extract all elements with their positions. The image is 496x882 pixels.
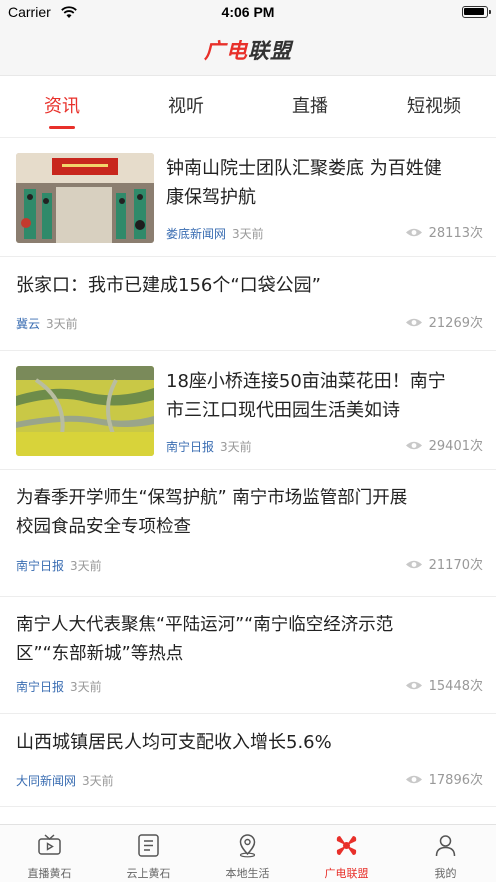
news-meta: 冀云 3天前 [16,316,78,332]
news-title: 山西城镇居民人均可支配收入增长5.6% [16,732,332,753]
person-icon [435,835,456,857]
tab-live[interactable]: 直播 [248,92,372,118]
view-count: 28113次 [405,226,483,242]
view-count: 29401次 [405,439,483,455]
status-bar: Carrier 4:06 PM [0,0,496,26]
news-title: 钟南山院士团队汇聚娄底 为百姓健 康保驾护航 [166,158,442,208]
eye-icon [405,560,422,569]
bottom-tab-bar: 直播黄石 云上黄石 本地生活 广电联盟 我的 [0,824,496,882]
eye-icon [405,228,422,237]
tabbar-label: 云上黄石 [126,867,171,880]
news-time: 3天前 [70,559,102,573]
news-item[interactable]: 南宁人大代表聚焦“平陆运河”“南宁临空经济示范 区”“东部新城”等热点 南宁日报 3… [0,597,496,714]
clock: 4:06 PM [221,4,275,20]
news-source: 冀云 [16,317,41,331]
news-item[interactable]: 张家口：我市已建成156个“口袋公园” 冀云 3天前 21269次 [0,257,496,351]
tabbar-item-alliance[interactable]: 广电联盟 [297,825,396,882]
news-title: 18座小桥连接50亩油菜花田！南宁 市三江口现代田园生活美如诗 [166,371,446,421]
eye-icon [405,318,422,327]
news-meta: 南宁日报 3天前 [16,558,102,574]
news-item[interactable]: 为春季开学师生“保驾护航” 南宁市场监管部门开展 校园食品安全专项检查 南宁日报 3… [0,470,496,597]
view-count: 15448次 [405,679,483,695]
news-item[interactable]: 钟南山院士团队汇聚娄底 为百姓健 康保驾护航 娄底新闻网 3天前 28113次 [0,138,496,257]
category-tabs: 资讯 视听 直播 短视频 [0,76,496,138]
tabbar-item-cloud-huangshi[interactable]: 云上黄石 [99,825,198,882]
news-item[interactable]: 18座小桥连接50亩油菜花田！南宁 市三江口现代田园生活美如诗 南宁日报 3天前 2… [0,351,496,470]
news-item[interactable]: 山西城镇居民人均可支配收入增长5.6% 大同新闻网 3天前 17896次 [0,714,496,807]
location-pin-icon [239,834,256,858]
tabbar-item-live-huangshi[interactable]: 直播黄石 [0,825,99,882]
tabbar-item-local-life[interactable]: 本地生活 [198,825,297,882]
conference-hall-photo [16,153,154,243]
news-source: 南宁日报 [16,680,65,694]
news-source: 南宁日报 [16,559,65,573]
news-meta: 娄底新闻网 3天前 [166,226,264,242]
battery-icon [462,6,491,18]
rapeseed-field-photo [16,366,154,456]
news-meta: 南宁日报 3天前 [166,439,252,455]
tabbar-label: 本地生活 [225,867,270,880]
view-count: 17896次 [405,773,483,789]
tab-audiovisual[interactable]: 视听 [124,92,248,118]
news-title: 张家口：我市已建成156个“口袋公园” [16,275,322,296]
tabbar-label: 直播黄石 [27,867,72,880]
tabbar-label: 我的 [434,867,457,880]
tv-icon [38,834,61,855]
news-meta: 南宁日报 3天前 [16,679,102,695]
active-tab-indicator [49,126,75,129]
eye-icon [405,775,422,784]
news-source: 大同新闻网 [16,774,77,788]
news-time: 3天前 [46,317,78,331]
tab-news[interactable]: 资讯 [0,92,124,118]
news-time: 3天前 [70,680,102,694]
news-time: 3天前 [82,774,114,788]
news-title: 为春季开学师生“保驾护航” 南宁市场监管部门开展 校园食品安全专项检查 [16,488,408,537]
brand-logo: 广电联盟 [204,39,292,63]
list-icon [138,834,159,857]
alliance-logo-icon [336,836,357,855]
eye-icon [405,441,422,450]
view-count: 21170次 [405,558,483,574]
news-meta: 大同新闻网 3天前 [16,773,114,789]
tabbar-item-profile[interactable]: 我的 [396,825,495,882]
news-time: 3天前 [232,227,264,241]
news-source: 南宁日报 [166,440,215,454]
eye-icon [405,681,422,690]
news-source: 娄底新闻网 [166,227,227,241]
tab-short-video[interactable]: 短视频 [372,92,496,118]
news-title: 南宁人大代表聚焦“平陆运河”“南宁临空经济示范 区”“东部新城”等热点 [16,615,394,664]
tabbar-label: 广电联盟 [324,867,369,880]
view-count: 21269次 [405,316,483,332]
news-time: 3天前 [220,440,252,454]
app-header: 广电联盟 [0,26,496,76]
